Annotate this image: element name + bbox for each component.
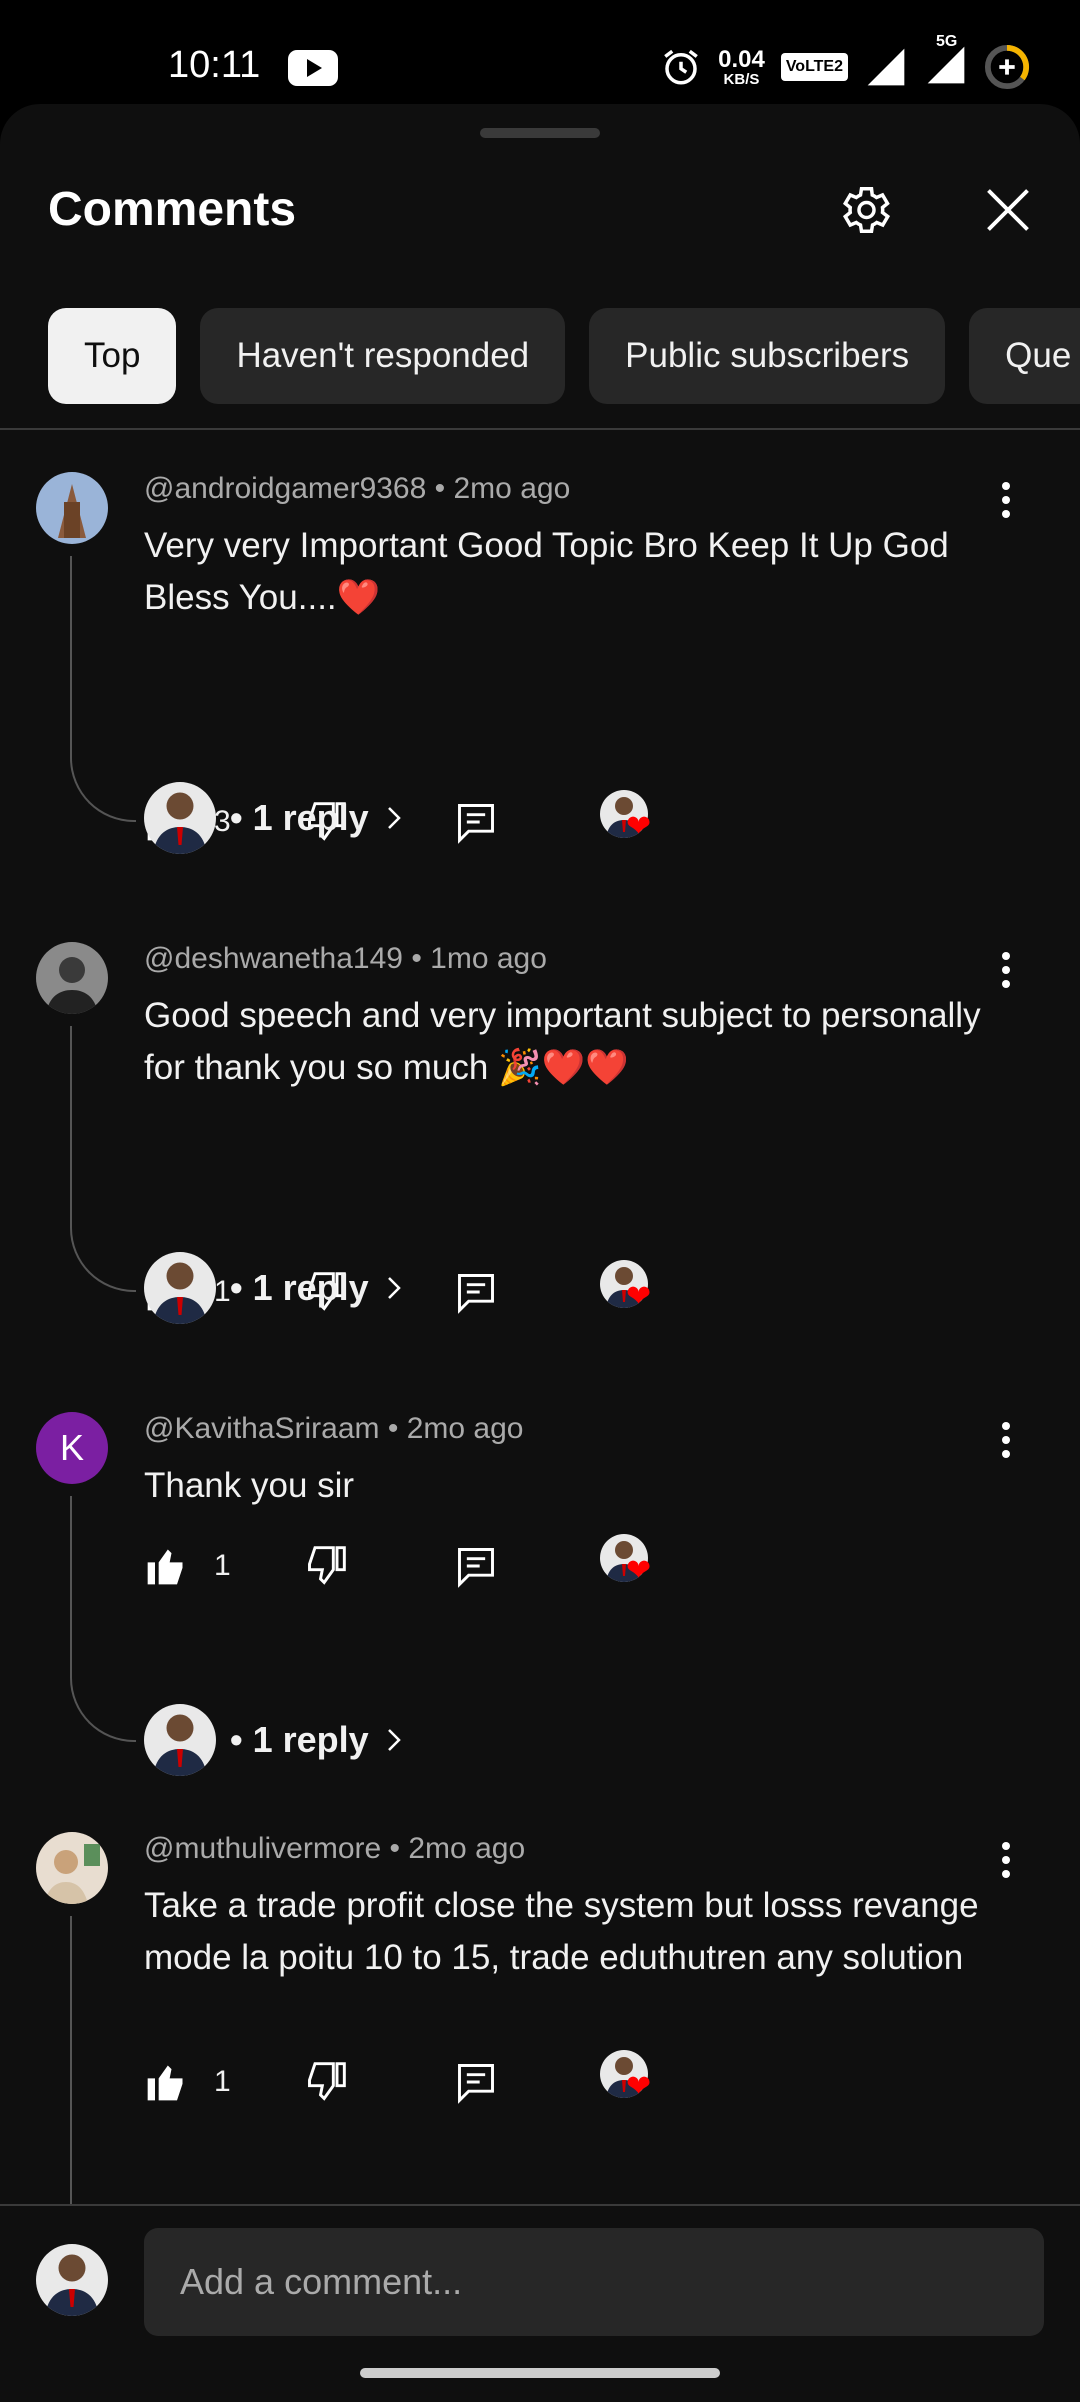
close-icon (987, 189, 1029, 231)
chip-questions[interactable]: Que (969, 308, 1080, 404)
creator-heart: ❤ (600, 1534, 664, 1598)
reply-button[interactable] (454, 1262, 524, 1322)
gear-icon (842, 187, 891, 233)
comment-item: @deshwanetha149 • 1mo ago Good speech an… (0, 900, 1080, 1370)
chip-top[interactable]: Top (48, 308, 177, 404)
comment-actions: 1 ❤ (144, 1534, 664, 1598)
comment-author[interactable]: @deshwanetha149 (144, 942, 403, 975)
comment-text: Good speech and very important subject t… (144, 996, 981, 1087)
status-icons: 0.04 KB/S VoLTE2 5G (660, 33, 1030, 92)
reply-count: • 1 reply (230, 797, 369, 838)
avatar[interactable] (36, 942, 108, 1014)
thread-line (70, 1496, 136, 1742)
thumb-up-icon (147, 2065, 183, 2101)
comment-item: K @KavithaSriraam • 2mo ago Thank you si… (0, 1370, 1080, 1790)
chevron-right-icon (387, 1729, 401, 1751)
comment-time: 2mo ago (406, 1412, 524, 1445)
reply-icon (458, 1274, 494, 1314)
creator-heart: ❤ (600, 2050, 664, 2114)
thumb-down-icon (308, 1546, 346, 1585)
reply-icon (458, 2064, 494, 2104)
avatar (36, 2244, 108, 2316)
comment-text: Take a trade profit close the system but… (144, 1886, 979, 1977)
comment-time: 2mo ago (408, 1832, 526, 1865)
more-vert-icon (1002, 1422, 1010, 1458)
page-title: Comments (48, 183, 297, 236)
heart-icon: ❤ (626, 1554, 652, 1587)
status-time: 10:11 (168, 44, 261, 86)
like-count: 1 (214, 2065, 231, 2098)
dislike-button[interactable] (304, 2052, 374, 2112)
comment-time: 1mo ago (430, 942, 547, 975)
avatar (144, 1704, 216, 1776)
heart-icon: ❤ (626, 2070, 652, 2103)
add-comment-input[interactable]: Add a comment... (144, 2228, 1044, 2336)
comment-text: Thank you sir (144, 1466, 355, 1505)
more-vert-icon (1002, 952, 1010, 988)
reply-icon (458, 1548, 494, 1588)
comment-meta: @androidgamer9368 • 2mo ago (144, 472, 571, 505)
close-button[interactable] (972, 174, 1044, 246)
comments-sheet: Comments Top Haven't responded Public su… (0, 104, 1080, 2400)
like-button[interactable] (144, 2052, 214, 2112)
more-vert-icon (1002, 482, 1010, 518)
chevron-right-icon (387, 807, 401, 829)
like-count: 1 (214, 1549, 231, 1582)
replies-button[interactable]: • 1 reply (144, 782, 409, 854)
network-speed: 0.04 KB/S (718, 45, 765, 88)
chip-havent-responded[interactable]: Haven't responded (200, 308, 566, 404)
avatar[interactable] (36, 1832, 108, 1904)
avatar (144, 1252, 216, 1324)
comment-list: @androidgamer9368 • 2mo ago Very very Im… (0, 430, 1080, 2310)
more-vert-icon (1002, 1842, 1010, 1878)
comment-text: Very very Important Good Topic Bro Keep … (144, 526, 949, 617)
reply-button[interactable] (454, 2052, 524, 2112)
comment-time: 2mo ago (453, 472, 571, 505)
thumb-down-icon (308, 2062, 346, 2101)
signal-icon (867, 48, 905, 86)
avatar (144, 782, 216, 854)
comment-meta: @KavithaSriraam • 2mo ago (144, 1412, 524, 1445)
creator-heart: ❤ (600, 790, 664, 854)
creator-heart: ❤ (600, 1260, 664, 1324)
comment-author[interactable]: @androidgamer9368 (144, 472, 426, 505)
reply-icon (458, 804, 494, 844)
thumb-up-icon (147, 1549, 183, 1585)
5g-signal-icon: 5G (924, 33, 968, 92)
volte-icon: VoLTE2 (780, 53, 848, 81)
like-button[interactable] (144, 1536, 214, 1596)
reply-button[interactable] (454, 792, 524, 852)
reply-button[interactable] (454, 1536, 524, 1596)
replies-button[interactable]: • 1 reply (144, 1704, 409, 1776)
filter-chips: Top Haven't responded Public subscribers… (48, 308, 1080, 404)
reply-count: • 1 reply (230, 1719, 369, 1760)
thread-line (70, 1026, 136, 1292)
avatar[interactable]: K (36, 1412, 108, 1484)
settings-button[interactable] (828, 174, 900, 246)
heart-icon: ❤ (626, 810, 652, 843)
battery-saver-icon (984, 44, 1030, 90)
alarm-icon (664, 49, 698, 85)
avatar[interactable] (36, 472, 108, 544)
chevron-right-icon (387, 1277, 401, 1299)
youtube-notification-icon (288, 50, 338, 86)
comment-meta: @muthulivermore • 2mo ago (144, 1832, 526, 1865)
chip-public-subscribers[interactable]: Public subscribers (589, 308, 946, 404)
heart-icon: ❤ (626, 1280, 652, 1313)
comment-actions: 1 ❤ (144, 2050, 664, 2114)
comment-author[interactable]: @muthulivermore (144, 1832, 381, 1865)
drag-handle[interactable] (480, 128, 600, 138)
comment-meta: @deshwanetha149 • 1mo ago (144, 942, 547, 975)
comment-item: @androidgamer9368 • 2mo ago Very very Im… (0, 430, 1080, 900)
dislike-button[interactable] (304, 1536, 374, 1596)
thread-line (70, 556, 136, 822)
replies-button[interactable]: • 1 reply (144, 1252, 409, 1324)
comment-author[interactable]: @KavithaSriraam (144, 1412, 380, 1445)
home-indicator[interactable] (360, 2368, 720, 2378)
status-bar: 10:11 0.04 KB/S VoLTE2 5G (0, 0, 1080, 100)
reply-count: • 1 reply (230, 1267, 369, 1308)
